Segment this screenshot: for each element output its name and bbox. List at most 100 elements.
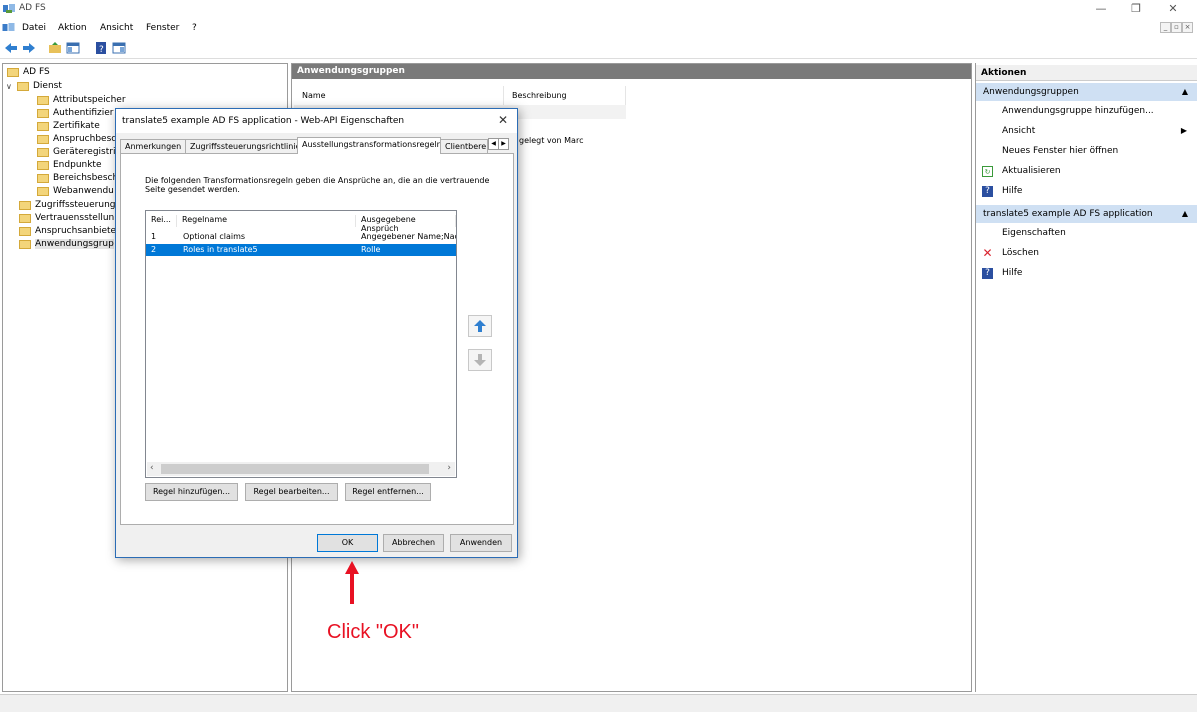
folder-icon — [19, 200, 31, 210]
properties-dialog: translate5 example AD FS application - W… — [115, 108, 518, 558]
forward-arrow-icon[interactable] — [22, 41, 36, 55]
help-icon: ? — [982, 268, 993, 279]
menu-help[interactable]: ? — [192, 23, 197, 33]
actions-header: Aktionen — [976, 65, 1197, 81]
rule-order: 2 — [151, 245, 157, 254]
tab-ausstellungstransformationsregeln[interactable]: Ausstellungstransformationsregeln — [297, 137, 441, 154]
list-header-claims[interactable]: Ausgegebene Ansprüch — [356, 215, 456, 233]
action-properties[interactable]: Eigenschaften — [976, 223, 1197, 243]
action-help-1[interactable]: ? Hilfe — [976, 181, 1197, 201]
actions-section-anwendungsgruppen[interactable]: Anwendungsgruppen ▲ — [976, 83, 1197, 101]
tree-item-geraeteregistrierung[interactable]: Geräteregistrie — [37, 146, 121, 158]
dialog-title: translate5 example AD FS application - W… — [122, 116, 405, 126]
tab-scroll-right-icon[interactable]: ▶ — [498, 139, 508, 149]
dialog-titlebar: translate5 example AD FS application - W… — [116, 109, 517, 133]
action-refresh[interactable]: ↻ Aktualisieren — [976, 161, 1197, 181]
column-name[interactable]: Name — [294, 86, 504, 105]
action-help-2[interactable]: ? Hilfe — [976, 263, 1197, 283]
add-rule-button[interactable]: Regel hinzufügen... — [145, 483, 238, 501]
intro-text: Die folgenden Transformationsregeln gebe… — [145, 176, 490, 194]
move-down-button[interactable] — [468, 349, 492, 371]
help-book-icon[interactable]: ? — [94, 41, 108, 55]
mdi-close-button[interactable]: × — [1182, 22, 1193, 33]
mdi-minimize-button[interactable]: _ — [1160, 22, 1171, 33]
menu-ansicht[interactable]: Ansicht — [100, 23, 133, 33]
scrollbar-thumb[interactable] — [161, 464, 429, 474]
rule-order: 1 — [151, 232, 157, 241]
action-add-application-group[interactable]: Anwendungsgruppe hinzufügen... — [976, 101, 1197, 121]
apply-button[interactable]: Anwenden — [450, 534, 512, 552]
folder-icon — [37, 147, 49, 157]
folder-icon — [37, 134, 49, 144]
chevron-down-icon[interactable]: ∨ — [6, 82, 15, 91]
folder-icon — [17, 81, 29, 91]
menu-bar: Datei Aktion Ansicht Fenster ? _ ▫ × — [0, 19, 1197, 37]
horizontal-scrollbar[interactable]: ‹ › — [147, 462, 455, 476]
list-header-order[interactable]: Rei... — [146, 215, 177, 227]
collapse-arrow-icon[interactable]: ▲ — [1182, 209, 1188, 218]
menu-datei[interactable]: Datei — [22, 23, 46, 33]
window-titlebar: AD FS — ❐ ✕ — [0, 0, 1197, 19]
show-hide-tree-icon[interactable] — [66, 41, 80, 55]
dialog-tabs: Anmerkungen Zugriffssteuerungsrichtlinie… — [120, 137, 513, 154]
tree-item-anspruchbeschreibungen[interactable]: Anspruchbesc — [37, 133, 116, 145]
folder-icon — [37, 160, 49, 170]
rule-row-selected[interactable]: 2 Roles in translate5 Rolle — [146, 244, 456, 256]
tree-item-adfs[interactable]: AD FS — [7, 66, 50, 78]
column-beschreibung[interactable]: Beschreibung — [504, 86, 626, 105]
tree-item-endpunkte[interactable]: Endpunkte — [37, 159, 102, 171]
restore-button[interactable]: ❐ — [1121, 1, 1151, 17]
scroll-left-icon[interactable]: ‹ — [150, 463, 154, 473]
folder-icon — [37, 121, 49, 131]
folder-icon — [37, 108, 49, 118]
tab-anmerkungen[interactable]: Anmerkungen — [120, 139, 186, 153]
minimize-button[interactable]: — — [1086, 1, 1116, 17]
tab-scroll-left-icon[interactable]: ◀ — [489, 139, 498, 149]
tree-item-bereichsbeschreibungen[interactable]: Bereichsbesch — [37, 172, 118, 184]
tree-item-anspruchsanbieter[interactable]: Anspruchsanbiete — [19, 225, 116, 237]
tree-item-zugriffssteuerung[interactable]: Zugriffssteuerung — [19, 199, 116, 211]
show-hide-action-pane-icon[interactable] — [112, 41, 126, 55]
close-window-button[interactable]: ✕ — [1158, 1, 1188, 17]
cancel-button[interactable]: Abbrechen — [383, 534, 444, 552]
rule-row[interactable]: 1 Optional claims Angegebener Name;Nac — [146, 231, 456, 243]
actions-section-application[interactable]: translate5 example AD FS application ▲ — [976, 205, 1197, 223]
tab-zugriffssteuerungsrichtlinie[interactable]: Zugriffssteuerungsrichtlinie — [185, 139, 298, 153]
tree-item-webanwendung[interactable]: Webanwendu — [37, 185, 114, 197]
remove-rule-button[interactable]: Regel entfernen... — [345, 483, 431, 501]
collapse-arrow-icon[interactable]: ▲ — [1182, 87, 1188, 96]
menu-aktion[interactable]: Aktion — [58, 23, 87, 33]
close-icon[interactable]: ✕ — [498, 113, 508, 127]
scroll-right-icon[interactable]: › — [447, 463, 451, 473]
action-delete[interactable]: ✕ Löschen — [976, 243, 1197, 263]
results-header: Anwendungsgruppen — [292, 64, 971, 79]
tree-item-vertrauensstellungen[interactable]: Vertrauensstellun — [19, 212, 114, 224]
help-icon: ? — [982, 186, 993, 197]
action-view[interactable]: Ansicht ▶ — [976, 121, 1197, 141]
mdi-window-buttons: _ ▫ × — [1160, 22, 1193, 34]
mdi-restore-button[interactable]: ▫ — [1171, 22, 1182, 33]
rule-claims: Rolle — [361, 245, 381, 254]
mmc-doc-icon[interactable] — [2, 22, 15, 33]
move-up-button[interactable] — [468, 315, 492, 337]
tree-item-attributspeicher[interactable]: Attributspeicher — [37, 94, 126, 106]
list-header-rulename[interactable]: Regelname — [177, 215, 356, 227]
edit-rule-button[interactable]: Regel bearbeiten... — [245, 483, 338, 501]
refresh-icon: ↻ — [982, 166, 993, 177]
action-new-window[interactable]: Neues Fenster hier öffnen — [976, 141, 1197, 161]
menu-fenster[interactable]: Fenster — [146, 23, 179, 33]
ok-button[interactable]: OK — [317, 534, 378, 552]
tree-item-dienst[interactable]: ∨ Dienst — [6, 80, 62, 92]
tree-item-authentifizierung[interactable]: Authentifizier — [37, 107, 114, 119]
tab-clientbereiche[interactable]: Clientbereic — [440, 139, 488, 153]
rules-list[interactable]: Rei... Regelname Ausgegebene Ansprüch 1 … — [145, 210, 457, 478]
folder-icon — [37, 186, 49, 196]
back-arrow-icon[interactable] — [4, 41, 18, 55]
status-bar — [0, 694, 1197, 712]
arrow-up-icon — [474, 320, 486, 332]
tree-item-zertifikate[interactable]: Zertifikate — [37, 120, 100, 132]
tree-item-anwendungsgruppen[interactable]: Anwendungsgrup — [19, 238, 114, 250]
rule-name: Roles in translate5 — [183, 245, 258, 254]
up-folder-icon[interactable] — [48, 41, 62, 55]
rule-name: Optional claims — [183, 232, 246, 241]
